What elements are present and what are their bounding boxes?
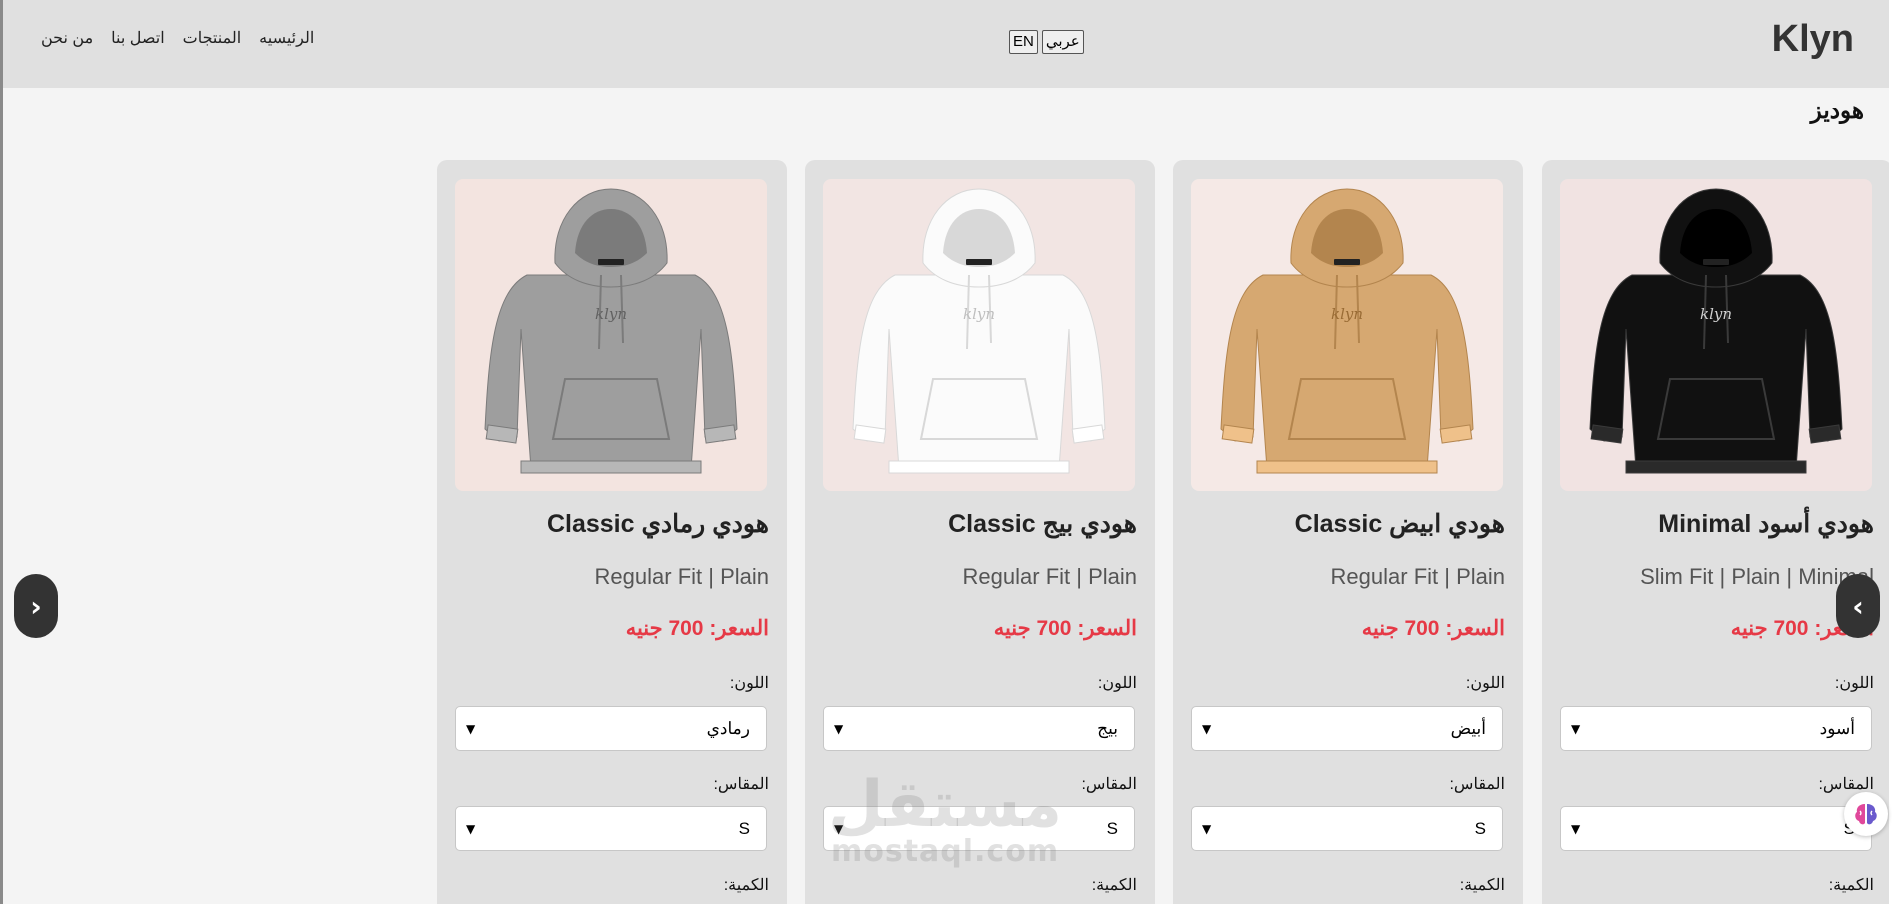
carousel-prev-arrow[interactable]: ‹ [1836,574,1880,638]
color-select-value: رمادي [706,719,750,738]
color-select[interactable]: رمادي ▼ [455,706,767,751]
size-select[interactable]: S ▼ [1560,806,1872,851]
product-title: هودي رمادي Classic [546,510,769,538]
size-label: المقاس: [1818,776,1874,793]
chevron-down-icon: ▼ [1571,822,1581,836]
color-select-value: أبيض [1450,719,1486,738]
size-label: المقاس: [1081,776,1137,793]
color-select[interactable]: بيج ▼ [823,706,1135,751]
hoodie-logo-text: klyn [963,305,995,323]
color-select-value: أسود [1819,719,1855,738]
qty-label: الكمية: [723,877,769,894]
qty-label: الكمية: [1828,877,1874,894]
product-title: هودي بيج Classic [948,510,1137,538]
hoodie-logo-text: klyn [1331,305,1363,323]
color-select[interactable]: أبيض ▼ [1191,706,1503,751]
product-title: هودي أسود Minimal [1658,510,1874,538]
color-label: اللون: [1465,675,1505,692]
qty-label: الكمية: [1459,877,1505,894]
chevron-down-icon: ▼ [466,822,476,836]
size-select[interactable]: S ▼ [1191,806,1503,851]
window-left-edge [0,0,3,904]
product-fit: Regular Fit | Plain [1330,564,1505,589]
product-title: هودي ابيض Classic [1294,510,1505,538]
product-card: klyn هودي ابيض Classic Regular Fit | Pla… [1173,160,1523,904]
product-price: السعر: 700 جنيه [625,617,769,640]
color-label: اللون: [1097,675,1137,692]
size-select[interactable]: S ▼ [455,806,767,851]
color-select-value: بيج [1097,719,1118,738]
qty-label: الكمية: [1091,877,1137,894]
chevron-down-icon: ▼ [466,722,476,736]
size-select-value: S [738,819,750,838]
size-select-value: S [1474,819,1486,838]
hoodie-logo-text: klyn [1700,305,1732,323]
size-label: المقاس: [1449,776,1505,793]
carousel-next-arrow[interactable]: › [14,574,58,638]
mostaql-watermark: مستقل mostaql.com [828,770,1062,869]
chevron-down-icon: ▼ [1571,722,1581,736]
color-label: اللون: [1834,675,1874,692]
chevron-down-icon: ▼ [1202,722,1212,736]
product-fit: Regular Fit | Plain [594,564,769,589]
color-select[interactable]: أسود ▼ [1560,706,1872,751]
product-image: klyn [823,179,1135,491]
brain-icon [1855,804,1877,825]
size-label: المقاس: [713,776,769,793]
assistant-bubble[interactable] [1844,792,1888,836]
color-label: اللون: [729,675,769,692]
product-image: klyn [1560,179,1872,491]
watermark-domain: mostaql.com [830,834,1060,869]
product-image: klyn [455,179,767,491]
product-image: klyn [1191,179,1503,491]
chevron-down-icon: ▼ [834,722,844,736]
product-price: السعر: 700 جنيه [1361,617,1505,640]
hoodie-logo-text: klyn [595,305,627,323]
watermark-arabic: مستقل [828,768,1063,842]
product-price: السعر: 700 جنيه [993,617,1137,640]
size-select-value: S [1106,819,1118,838]
product-card: klyn هودي رمادي Classic Regular Fit | Pl… [437,160,787,904]
chevron-down-icon: ▼ [1202,822,1212,836]
product-fit: Regular Fit | Plain [962,564,1137,589]
product-card: klyn هودي أسود Minimal Slim Fit | Plain … [1542,160,1892,904]
